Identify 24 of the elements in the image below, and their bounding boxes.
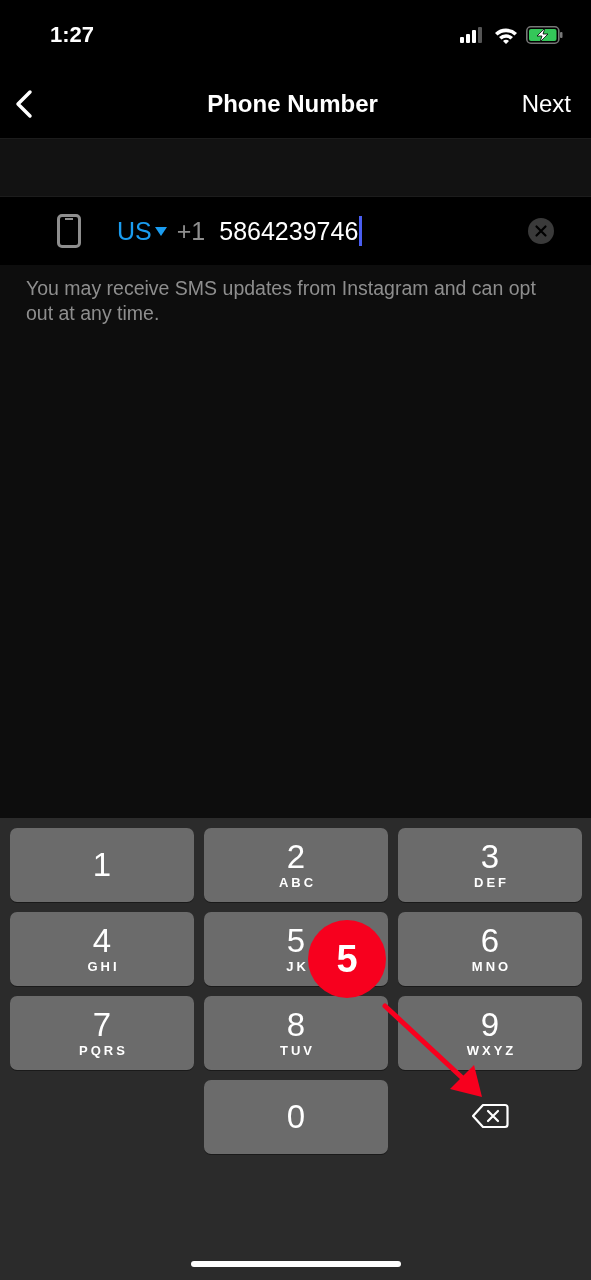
- phone-number-field[interactable]: 5864239746: [219, 216, 528, 246]
- keypad-key[interactable]: 8 TUV: [204, 996, 388, 1070]
- dial-code: +1: [176, 216, 206, 246]
- keypad-key[interactable]: 9 WXYZ: [398, 996, 582, 1070]
- keypad-key[interactable]: 2 ABC: [204, 828, 388, 902]
- status-time: 1:27: [50, 22, 95, 48]
- sms-notice: You may receive SMS updates from Instagram and can opt out at any time.: [25, 276, 537, 326]
- battery-icon: [526, 26, 563, 44]
- back-icon: [14, 89, 34, 119]
- keypad-key[interactable]: 3 DEF: [398, 828, 582, 902]
- keypad-key[interactable]: 1: [10, 828, 194, 902]
- country-selector[interactable]: US: [117, 216, 167, 246]
- keypad-key[interactable]: 6 MNO: [398, 912, 582, 986]
- keypad-key[interactable]: 0: [204, 1080, 388, 1154]
- phone-icon: [57, 214, 81, 248]
- keypad-key[interactable]: 4 GHI: [10, 912, 194, 986]
- backspace-icon: [471, 1102, 509, 1129]
- dropdown-caret-icon: [154, 226, 167, 236]
- clear-icon: [528, 218, 554, 244]
- wifi-icon: [494, 26, 518, 44]
- next-button[interactable]: Next: [521, 90, 571, 118]
- keypad-key[interactable]: 7 PQRS: [10, 996, 194, 1070]
- screen-title: Phone Number: [207, 90, 378, 118]
- back-button[interactable]: [14, 89, 34, 119]
